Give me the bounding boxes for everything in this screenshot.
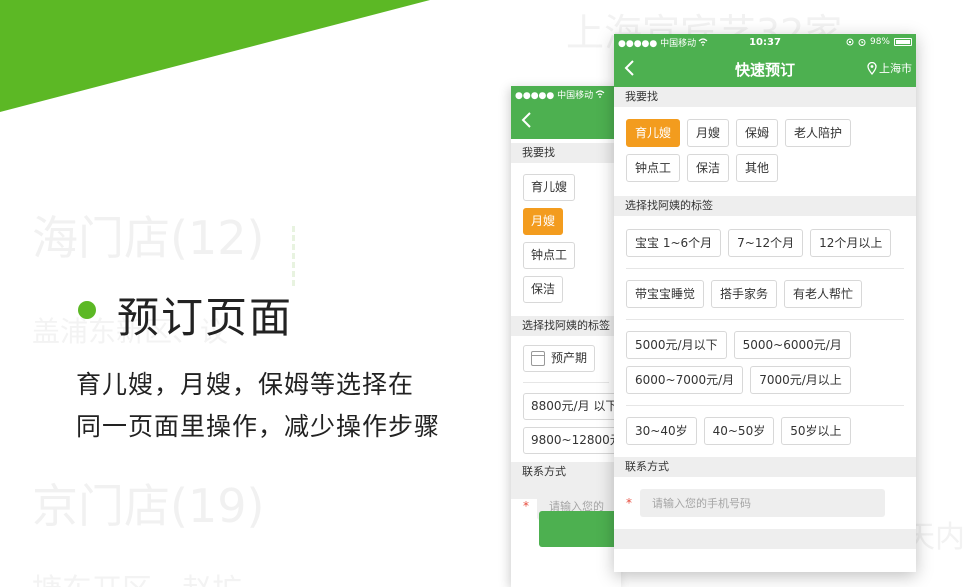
submit-button[interactable] [539, 511, 621, 547]
section-header-labels: 选择找阿姨的标签 [614, 196, 916, 216]
section-header-find: 我要找 [614, 87, 916, 107]
front-phone-screen: ●●●●● 中国移动 10:37 98% 快速预订 上海市 我要找 育儿嫂 月嫂… [614, 34, 916, 572]
age-tag[interactable]: 40~50岁 [703, 417, 775, 445]
feature-bullet-dot [78, 301, 96, 319]
salary-tag[interactable]: 9800~12800元 [523, 427, 621, 454]
watermark-text: 京门店(19) [32, 479, 265, 533]
city-selector[interactable]: 上海市 [867, 60, 912, 76]
salary-tag-row: 9800~12800元 [511, 427, 621, 454]
gray-spacer [511, 481, 621, 499]
phone-number-input[interactable] [640, 489, 885, 517]
feature-description-line: 育儿嫂，月嫂，保姆等选择在 [76, 370, 415, 399]
service-tag[interactable]: 育儿嫂 [523, 174, 576, 201]
city-label: 上海市 [879, 62, 912, 75]
back-phone-screen: ●●●●● 中国移动 我要找 育儿嫂 月嫂 钟点工 保洁 选择找阿姨的标签 预产… [511, 86, 621, 587]
watermark-text: 搪东开区、赵扩 [32, 565, 242, 587]
back-arrow-icon[interactable] [517, 110, 537, 130]
age-tag[interactable]: 50岁以上 [781, 417, 851, 445]
nav-bar [511, 102, 621, 139]
phone-input-row: * [626, 489, 916, 517]
service-tag[interactable]: 其他 [736, 154, 779, 182]
status-bar: ●●●●● 中国移动 [511, 86, 621, 102]
salary-tag-row: 5000元/月以下 5000~6000元/月 [614, 331, 916, 359]
service-tag-row: 育儿嫂 月嫂 [511, 174, 621, 235]
skill-tag[interactable]: 有老人帮忙 [784, 280, 863, 308]
service-tag[interactable]: 保洁 [523, 276, 564, 303]
calendar-icon [531, 351, 545, 366]
service-tag-selected[interactable]: 月嫂 [523, 208, 564, 235]
watermark-text: 海门店(12) [32, 211, 265, 265]
due-date-picker[interactable]: 预产期 [523, 345, 596, 372]
status-bar: ●●●●● 中国移动 10:37 98% [614, 34, 916, 50]
due-date-label: 预产期 [551, 351, 588, 365]
service-tag[interactable]: 钟点工 [523, 242, 576, 269]
baby-age-tag[interactable]: 7~12个月 [728, 229, 804, 257]
clock: 10:37 [749, 36, 781, 48]
age-tag-row: 30~40岁 40~50岁 50岁以上 [614, 417, 916, 445]
salary-tag-row: 6000~7000元/月 7000元/月以上 [614, 366, 916, 394]
service-tag[interactable]: 月嫂 [687, 119, 730, 147]
due-date-row: 预产期 [511, 345, 621, 372]
skill-tag[interactable]: 带宝宝睡觉 [626, 280, 705, 308]
baby-age-tag-row: 宝宝 1~6个月 7~12个月 12个月以上 [614, 229, 916, 257]
service-tag[interactable]: 老人陪护 [785, 119, 852, 147]
section-header-contact: 联系方式 [511, 462, 621, 482]
salary-tag[interactable]: 6000~7000元/月 [626, 366, 744, 394]
service-tag-row: 钟点工 保洁 [511, 242, 621, 303]
service-tag[interactable]: 保姆 [736, 119, 779, 147]
service-tag[interactable]: 钟点工 [626, 154, 681, 182]
skill-tag[interactable]: 搭手家务 [711, 280, 778, 308]
skill-tag-row: 带宝宝睡觉 搭手家务 有老人帮忙 [614, 280, 916, 308]
service-tag-row: 育儿嫂 月嫂 保姆 老人陪护 [614, 119, 916, 147]
wifi-icon [595, 90, 605, 98]
service-tag-row: 钟点工 保洁 其他 [614, 154, 916, 182]
feature-title: 预订页面 [117, 293, 294, 342]
service-tag[interactable]: 保洁 [687, 154, 730, 182]
salary-tag-row: 8800元/月 以下 [511, 393, 621, 420]
gray-spacer [614, 529, 916, 549]
salary-tag[interactable]: 8800元/月 以下 [523, 393, 621, 420]
carrier-label: ●●●●● 中国移动 [515, 90, 594, 101]
required-star: * [523, 499, 529, 513]
baby-age-tag[interactable]: 宝宝 1~6个月 [626, 229, 722, 257]
age-tag[interactable]: 30~40岁 [626, 417, 697, 445]
location-pin-icon [867, 61, 877, 75]
nav-bar: 快速预订 上海市 [614, 50, 916, 87]
feature-description-line: 同一页面里操作，减少操作步骤 [76, 412, 441, 441]
salary-tag[interactable]: 5000~6000元/月 [733, 331, 851, 359]
section-header-contact: 联系方式 [614, 457, 916, 477]
baby-age-tag[interactable]: 12个月以上 [810, 229, 892, 257]
service-tag-nanny-selected[interactable]: 育儿嫂 [626, 119, 681, 147]
required-star: * [626, 496, 632, 510]
salary-tag[interactable]: 7000元/月以上 [750, 366, 851, 394]
decorative-dashed-line [292, 226, 297, 286]
section-header-labels: 选择找阿姨的标签 [511, 316, 621, 336]
salary-tag[interactable]: 5000元/月以下 [626, 331, 727, 359]
section-header-find: 我要找 [511, 143, 621, 163]
